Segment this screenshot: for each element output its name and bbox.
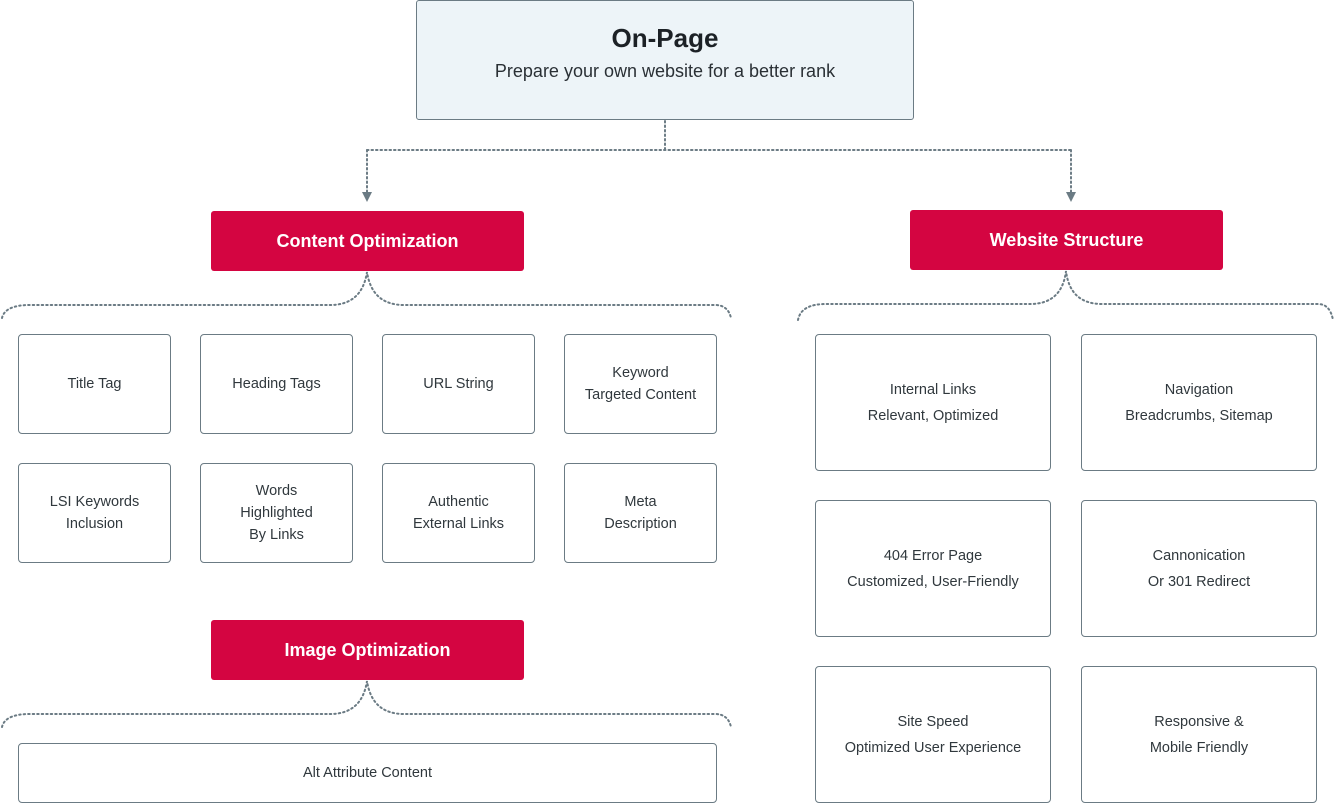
brace-structure (797, 270, 1334, 321)
leaf-text-line: Title Tag (67, 376, 122, 392)
structure-item: Cannonication Or 301 Redirect (1081, 500, 1317, 637)
structure-item: Navigation Breadcrumbs, Sitemap (1081, 334, 1317, 471)
brace-image (1, 680, 732, 728)
leaf-text-line: Highlighted (240, 505, 313, 521)
leaf-text-line: Targeted Content (584, 387, 697, 403)
structure-item: Site Speed Optimized User Experience (815, 666, 1051, 803)
leaf-text-line: 404 Error Page (883, 547, 983, 564)
content-item: Title Tag (18, 334, 171, 434)
category-image-optimization: Image Optimization (211, 620, 524, 680)
leaf-text-line: Navigation (1164, 381, 1234, 398)
content-item: LSI Keywords Inclusion (18, 463, 171, 563)
leaf-text-line: Site Speed (897, 713, 969, 730)
leaf-text-line: Customized, User-Friendly (847, 573, 1019, 590)
leaf-text-line: URL String (423, 376, 494, 392)
content-item: Meta Description (564, 463, 717, 563)
root-title: On-Page (611, 23, 719, 53)
leaf-text-line: Or 301 Redirect (1147, 573, 1251, 590)
leaf-text-line: By Links (249, 527, 304, 543)
leaf-text-line: Inclusion (65, 516, 124, 532)
image-item: Alt Attribute Content (18, 743, 717, 803)
structure-item: 404 Error Page Customized, User-Friendly (815, 500, 1051, 637)
structure-item: Responsive & Mobile Friendly (1081, 666, 1317, 803)
leaf-text-line: Cannonication (1152, 547, 1246, 564)
leaf-text-line: Breadcrumbs, Sitemap (1125, 407, 1273, 424)
leaf-text-line: Responsive & (1154, 713, 1244, 730)
category-website-structure: Website Structure (910, 210, 1223, 270)
content-item: URL String (382, 334, 535, 434)
leaf-text-line: Heading Tags (232, 376, 321, 392)
leaf-text-line: Relevant, Optimized (867, 407, 999, 424)
arrowhead-content (362, 192, 372, 202)
structure-item: Internal Links Relevant, Optimized (815, 334, 1051, 471)
leaf-text-line: Meta (624, 494, 657, 510)
leaf-text-line: Mobile Friendly (1149, 739, 1249, 756)
root-subtitle: Prepare your own website for a better ra… (494, 61, 836, 81)
leaf-text-line: Optimized User Experience (844, 739, 1022, 756)
leaf-text-line: LSI Keywords (49, 494, 140, 510)
leaf-text-line: Authentic (428, 494, 489, 510)
category-content-optimization: Content Optimization (211, 211, 524, 271)
content-item: Authentic External Links (382, 463, 535, 563)
content-item: Heading Tags (200, 334, 353, 434)
leaf-text-line: External Links (412, 516, 505, 532)
leaf-text-line: Keyword (612, 365, 669, 381)
root-node-on-page: On-Page Prepare your own website for a b… (416, 0, 914, 120)
leaf-text-line: Alt Attribute Content (303, 765, 432, 781)
leaf-text-line: Internal Links (889, 381, 977, 398)
content-item: Keyword Targeted Content (564, 334, 717, 434)
leaf-text-line: Words (255, 483, 298, 499)
arrowhead-structure (1066, 192, 1076, 202)
brace-content (1, 271, 732, 319)
leaf-text-line: Description (604, 516, 677, 532)
content-item: Words Highlighted By Links (200, 463, 353, 563)
